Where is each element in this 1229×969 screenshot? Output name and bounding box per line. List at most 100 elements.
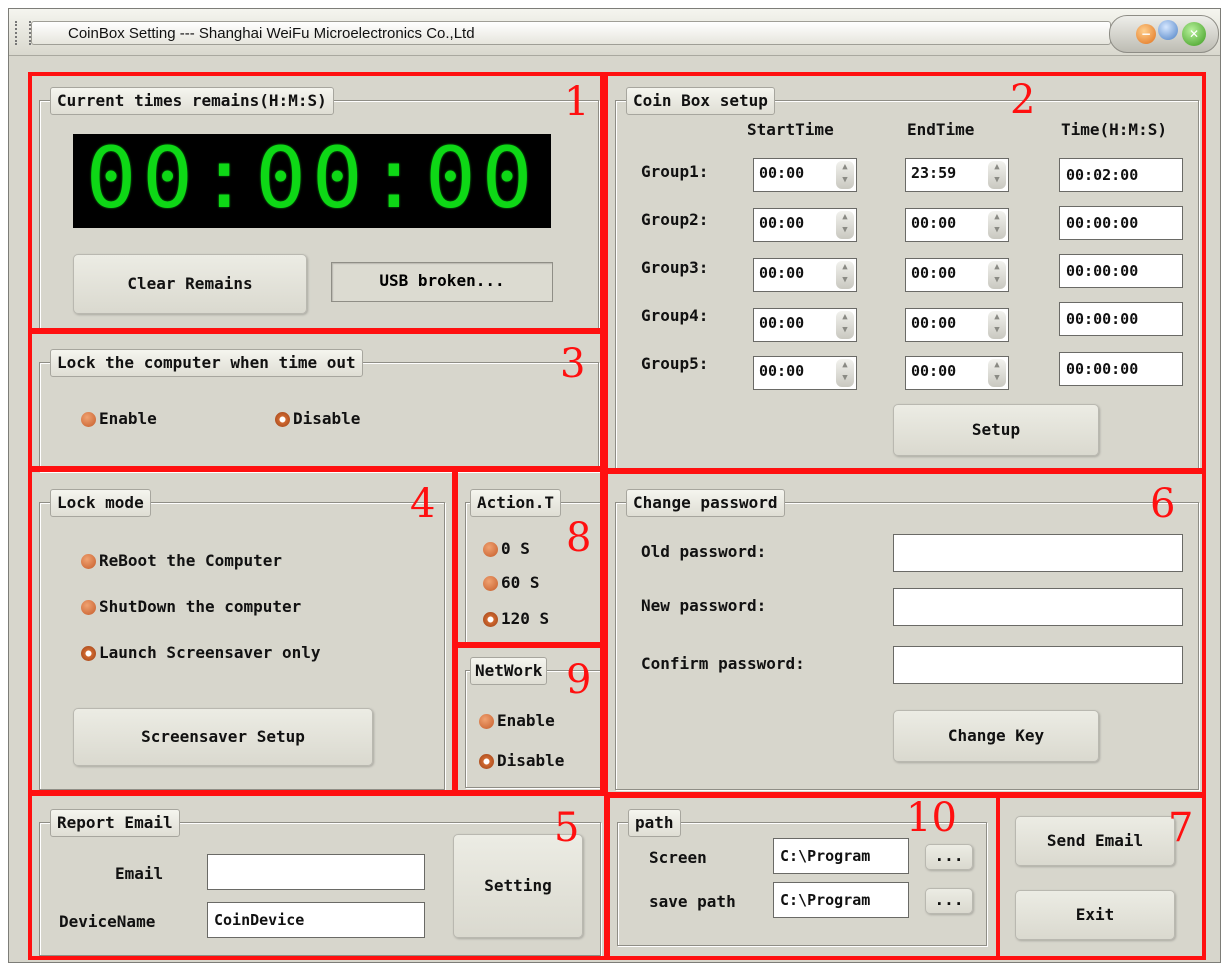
group3-end-value: 00:00 [911, 264, 957, 282]
group3-start-value: 00:00 [759, 264, 805, 282]
annotation-number-9: 9 [566, 657, 592, 703]
group3-start-time[interactable]: 00:00 ▲ ▼ [753, 258, 857, 292]
new-password-label: New password: [641, 596, 767, 615]
path-title: path [628, 809, 681, 837]
spin-arrows-icon[interactable]: ▲ ▼ [836, 261, 854, 289]
group1-duration-input[interactable]: 00:02:00 [1059, 158, 1183, 192]
exit-button[interactable]: Exit [1015, 890, 1175, 940]
maximize-icon[interactable] [1158, 20, 1178, 40]
confirm-password-label: Confirm password: [641, 654, 805, 673]
group5-end-value: 00:00 [911, 362, 957, 380]
network-disable-radio[interactable] [479, 754, 494, 769]
group2-duration-input[interactable]: 00:00:00 [1059, 206, 1183, 240]
report-email-title: Report Email [50, 809, 180, 837]
group5-end-time[interactable]: 00:00 ▲ ▼ [905, 356, 1009, 390]
spin-arrows-icon[interactable]: ▲ ▼ [988, 161, 1006, 189]
screensaver-setup-button[interactable]: Screensaver Setup [73, 708, 373, 766]
annotation-number-10: 10 [906, 795, 957, 841]
group4-start-time[interactable]: 00:00 ▲ ▼ [753, 308, 857, 342]
shutdown-radio[interactable] [81, 600, 96, 615]
lock-computer-title: Lock the computer when time out [50, 349, 363, 377]
email-input[interactable] [207, 854, 425, 890]
email-label: Email [115, 864, 164, 883]
group3-end-time[interactable]: 00:00 ▲ ▼ [905, 258, 1009, 292]
annotation-number-7: 7 [1168, 805, 1194, 851]
action-60s-radio[interactable] [483, 576, 498, 591]
grip-icon [15, 21, 31, 45]
annotation-number-4: 4 [410, 481, 436, 527]
duration-header: Time(H:M:S) [1061, 120, 1167, 139]
annotation-number-8: 8 [566, 515, 592, 561]
screen-path-browse-button[interactable]: ... [925, 844, 973, 870]
old-password-input[interactable] [893, 534, 1183, 572]
remaining-time-display: 00:00:00 [73, 134, 551, 228]
action-0s-label: 0 S [501, 539, 530, 558]
group3-duration-input[interactable]: 00:00:00 [1059, 254, 1183, 288]
group5-label: Group5: [641, 354, 709, 373]
lock-enable-label: Enable [99, 409, 157, 428]
save-path-browse-button[interactable]: ... [925, 888, 973, 914]
end-time-header: EndTime [907, 120, 975, 139]
lock-enable-radio[interactable] [81, 412, 96, 427]
remaining-time-digits: 00:00:00 [85, 129, 539, 227]
group1-start-value: 00:00 [759, 164, 805, 182]
annotation-number-2: 2 [1010, 77, 1036, 123]
minimize-icon[interactable]: − [1136, 24, 1156, 44]
group2-start-value: 00:00 [759, 214, 805, 232]
lock-disable-radio[interactable] [275, 412, 290, 427]
group2-end-value: 00:00 [911, 214, 957, 232]
coinbox-setting-window: CoinBox Setting --- Shanghai WeiFu Micro… [8, 8, 1221, 963]
group4-end-time[interactable]: 00:00 ▲ ▼ [905, 308, 1009, 342]
screensaver-only-radio[interactable] [81, 646, 96, 661]
lock-mode-title: Lock mode [50, 489, 151, 517]
network-disable-label: Disable [497, 751, 565, 770]
action-120s-radio[interactable] [483, 612, 498, 627]
spin-arrows-icon[interactable]: ▲ ▼ [836, 359, 854, 387]
group4-duration-input[interactable]: 00:00:00 [1059, 302, 1183, 336]
screen-path-input[interactable]: C:\Program [773, 838, 909, 874]
lock-disable-label: Disable [293, 409, 361, 428]
save-path-input[interactable]: C:\Program [773, 882, 909, 918]
spin-arrows-icon[interactable]: ▲ ▼ [988, 311, 1006, 339]
spin-arrows-icon[interactable]: ▲ ▼ [988, 359, 1006, 387]
device-name-input[interactable]: CoinDevice [207, 902, 425, 938]
group4-label: Group4: [641, 306, 709, 325]
spin-arrows-icon[interactable]: ▲ ▼ [836, 211, 854, 239]
action-120s-label: 120 S [501, 609, 550, 628]
group1-start-time[interactable]: 00:00 ▲ ▼ [753, 158, 857, 192]
group1-end-time[interactable]: 23:59 ▲ ▼ [905, 158, 1009, 192]
group1-label: Group1: [641, 162, 709, 181]
close-icon[interactable]: ✕ [1182, 22, 1206, 46]
annotation-number-3: 3 [560, 341, 586, 387]
new-password-input[interactable] [893, 588, 1183, 626]
group3-label: Group3: [641, 258, 709, 277]
window-controls: − ✕ [1109, 15, 1219, 53]
title-bar[interactable]: CoinBox Setting --- Shanghai WeiFu Micro… [9, 9, 1220, 56]
annotation-number-6: 6 [1150, 481, 1176, 527]
group5-start-value: 00:00 [759, 362, 805, 380]
reboot-label: ReBoot the Computer [99, 551, 283, 570]
group2-start-time[interactable]: 00:00 ▲ ▼ [753, 208, 857, 242]
coinbox-setup-title: Coin Box setup [626, 87, 775, 115]
group5-duration-input[interactable]: 00:00:00 [1059, 352, 1183, 386]
group5-start-time[interactable]: 00:00 ▲ ▼ [753, 356, 857, 390]
group1-end-value: 23:59 [911, 164, 957, 182]
spin-arrows-icon[interactable]: ▲ ▼ [988, 261, 1006, 289]
change-password-title: Change password [626, 489, 785, 517]
confirm-password-input[interactable] [893, 646, 1183, 684]
spin-arrows-icon[interactable]: ▲ ▼ [836, 311, 854, 339]
spin-arrows-icon[interactable]: ▲ ▼ [988, 211, 1006, 239]
clear-remains-button[interactable]: Clear Remains [73, 254, 307, 314]
client-area: Current times remains(H:M:S) 00:00:00 Cl… [9, 56, 1220, 962]
action-60s-label: 60 S [501, 573, 540, 592]
network-enable-radio[interactable] [479, 714, 494, 729]
action-0s-radio[interactable] [483, 542, 498, 557]
reboot-radio[interactable] [81, 554, 96, 569]
send-email-button[interactable]: Send Email [1015, 816, 1175, 866]
window-title: CoinBox Setting --- Shanghai WeiFu Micro… [31, 21, 1111, 45]
spin-arrows-icon[interactable]: ▲ ▼ [836, 161, 854, 189]
annotation-number-5: 5 [554, 805, 580, 851]
setup-button[interactable]: Setup [893, 404, 1099, 456]
change-key-button[interactable]: Change Key [893, 710, 1099, 762]
group2-end-time[interactable]: 00:00 ▲ ▼ [905, 208, 1009, 242]
